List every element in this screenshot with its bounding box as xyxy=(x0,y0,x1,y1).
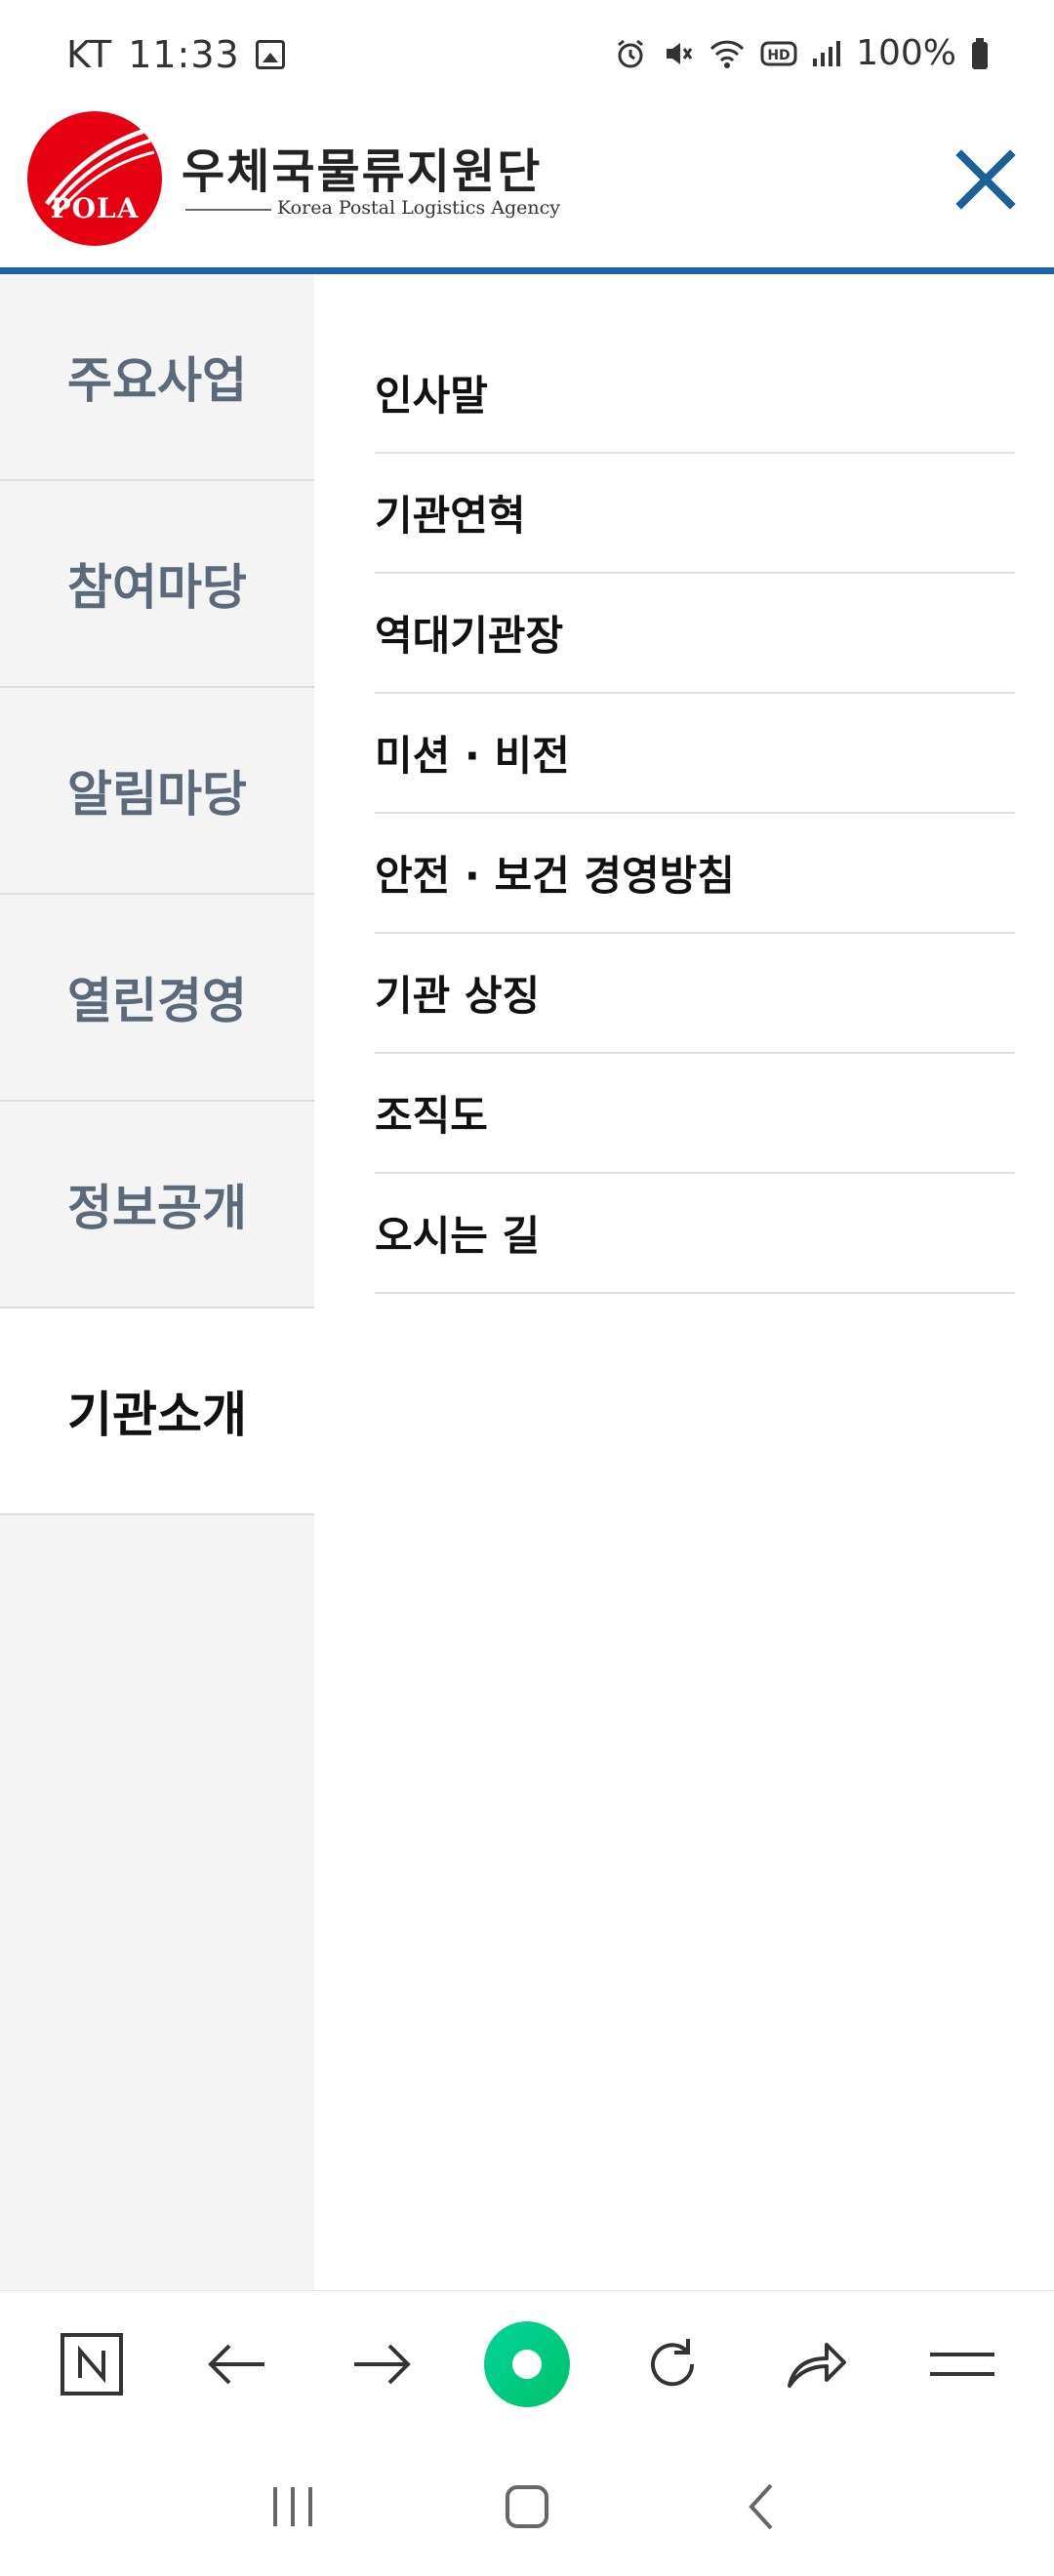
side-nav-item-information[interactable]: 정보공개 xyxy=(0,1102,314,1308)
battery-icon xyxy=(970,37,990,70)
svg-text:HD: HD xyxy=(767,48,790,63)
forward-button[interactable] xyxy=(328,2311,435,2418)
back-arrow-icon xyxy=(208,2344,264,2384)
close-icon xyxy=(955,149,1016,210)
sub-menu-item-past-heads[interactable]: 역대기관장 xyxy=(375,574,1015,694)
naver-icon xyxy=(61,2332,124,2395)
status-bar: KT 11:33 HD 100% xyxy=(0,0,1054,107)
sub-menu-item-org-chart[interactable]: 조직도 xyxy=(375,1054,1015,1174)
share-icon xyxy=(788,2342,847,2388)
system-home-button[interactable] xyxy=(483,2463,571,2551)
back-icon xyxy=(749,2483,773,2529)
logo-swoosh-icon xyxy=(44,128,155,214)
sub-menu-item-symbol[interactable]: 기관 상징 xyxy=(375,934,1015,1054)
naver-button[interactable] xyxy=(38,2311,145,2418)
status-left: KT 11:33 xyxy=(66,33,285,76)
side-nav: 주요사업 참여마당 알림마당 열린경영 정보공개 기관소개 xyxy=(0,274,314,2290)
forward-arrow-icon xyxy=(354,2344,412,2384)
carrier-label: KT xyxy=(66,33,113,76)
share-button[interactable] xyxy=(763,2311,871,2418)
image-icon xyxy=(255,40,285,69)
org-name: 우체국물류지원단 xyxy=(182,144,543,199)
back-button[interactable] xyxy=(183,2311,291,2418)
home-icon xyxy=(506,2484,548,2528)
sub-menu-item-history[interactable]: 기관연혁 xyxy=(375,454,1015,574)
sub-menu: 인사말 기관연혁 역대기관장 미션 · 비전 안전 · 보건 경영방침 기관 상… xyxy=(375,274,1015,1294)
home-green-button[interactable] xyxy=(473,2311,581,2418)
system-back-button[interactable] xyxy=(717,2463,805,2551)
recent-apps-icon xyxy=(273,2486,312,2526)
side-nav-item-notices[interactable]: 알림마당 xyxy=(0,688,314,895)
system-nav-bar xyxy=(0,2436,1054,2576)
side-nav-item-participation[interactable]: 참여마당 xyxy=(0,481,314,688)
recent-apps-button[interactable] xyxy=(249,2463,337,2551)
wifi-icon xyxy=(708,37,747,70)
header-divider xyxy=(0,267,1054,274)
org-sub-divider xyxy=(185,209,271,211)
close-menu-button[interactable] xyxy=(947,141,1025,219)
sub-menu-item-directions[interactable]: 오시는 길 xyxy=(375,1174,1015,1294)
refresh-button[interactable] xyxy=(619,2311,726,2418)
mute-icon xyxy=(661,37,694,70)
signal-icon xyxy=(811,39,842,68)
status-right: HD 100% xyxy=(614,33,990,73)
side-nav-item-main-business[interactable]: 주요사업 xyxy=(0,274,314,481)
hd-icon: HD xyxy=(760,39,797,68)
menu-icon xyxy=(929,2352,994,2376)
sub-menu-item-mission-vision[interactable]: 미션 · 비전 xyxy=(375,694,1015,814)
home-green-icon xyxy=(483,2320,570,2407)
pola-logo[interactable]: POLA xyxy=(27,111,162,246)
side-nav-item-open-management[interactable]: 열린경영 xyxy=(0,895,314,1102)
sub-menu-item-safety-policy[interactable]: 안전 · 보건 경영방침 xyxy=(375,814,1015,934)
site-header: POLA 우체국물류지원단 Korea Postal Logistics Age… xyxy=(0,107,1054,271)
refresh-icon xyxy=(650,2338,694,2386)
menu-button[interactable] xyxy=(909,2311,1016,2418)
sub-menu-item-greeting[interactable]: 인사말 xyxy=(375,274,1015,454)
time-label: 11:33 xyxy=(128,33,240,76)
browser-toolbar xyxy=(0,2290,1054,2436)
logo-text: POLA xyxy=(50,192,140,224)
alarm-icon xyxy=(614,37,647,70)
org-name-en: Korea Postal Logistics Agency xyxy=(277,197,561,219)
battery-label: 100% xyxy=(856,33,956,73)
side-nav-item-about[interactable]: 기관소개 xyxy=(0,1308,314,1515)
